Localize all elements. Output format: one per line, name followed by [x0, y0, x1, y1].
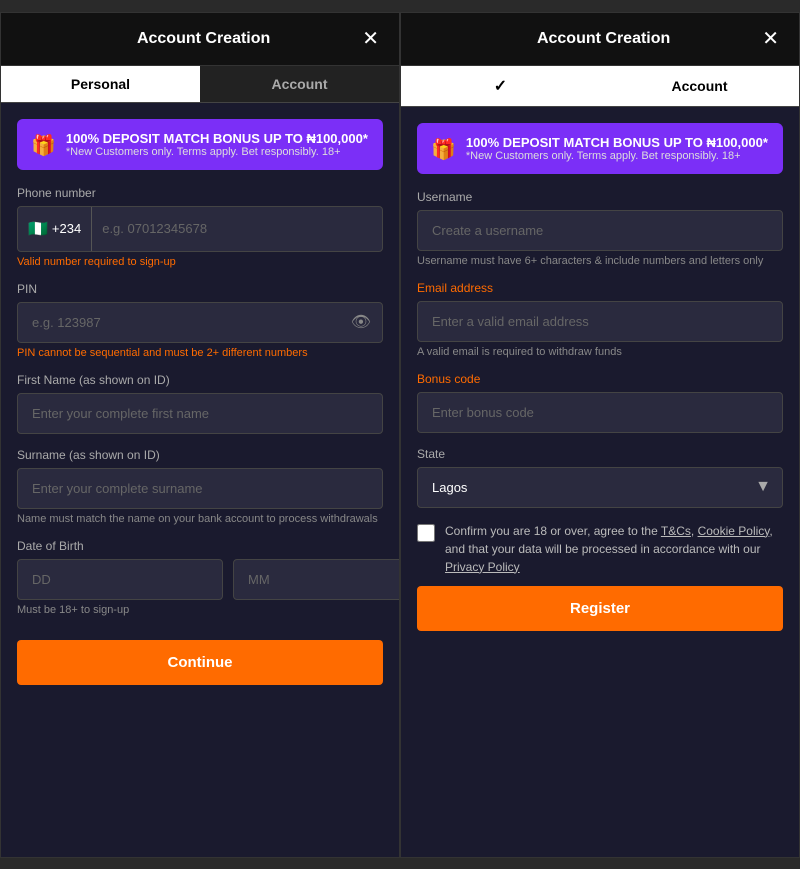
left-panel-title: Account Creation [45, 30, 362, 48]
left-tab-personal[interactable]: Personal [1, 66, 200, 102]
right-tab-account[interactable]: Account [600, 66, 799, 106]
dob-dd-input[interactable] [17, 559, 223, 600]
cookie-policy-link[interactable]: Cookie Policy [698, 524, 770, 538]
tandc-link[interactable]: T&Cs [661, 524, 691, 538]
dob-row [17, 559, 383, 600]
phone-code: +234 [52, 221, 81, 236]
dob-field-group: Date of Birth Must be 18+ to sign-up [17, 539, 383, 616]
pin-label: PIN [17, 282, 383, 296]
phone-input[interactable] [92, 209, 382, 248]
bonus-field-group: Bonus code [417, 372, 783, 433]
nigeria-flag: 🇳🇬 [28, 219, 48, 239]
pin-input[interactable] [17, 302, 383, 343]
left-panel-body: 🎁 100% DEPOSIT MATCH BONUS UP TO ₦100,00… [1, 103, 399, 853]
right-panel-header: Account Creation ✕ [401, 13, 799, 66]
pin-input-wrapper: 👁 [17, 302, 383, 343]
right-tab-bar: ✓ Account [401, 66, 799, 107]
right-panel-body: 🎁 100% DEPOSIT MATCH BONUS UP TO ₦100,00… [401, 107, 799, 857]
firstname-field-group: First Name (as shown on ID) [17, 373, 383, 434]
phone-label: Phone number [17, 186, 383, 200]
phone-prefix: 🇳🇬 +234 [18, 207, 92, 251]
username-input[interactable] [417, 210, 783, 251]
email-hint: A valid email is required to withdraw fu… [417, 346, 783, 358]
left-panel-header: Account Creation ✕ [1, 13, 399, 66]
surname-field-group: Surname (as shown on ID) Name must match… [17, 448, 383, 525]
email-label: Email address [417, 281, 783, 295]
right-panel: Account Creation ✕ ✓ Account 🎁 100% DEPO… [400, 12, 800, 858]
state-label: State [417, 447, 783, 461]
surname-hint: Name must match the name on your bank ac… [17, 513, 383, 525]
terms-text: Confirm you are 18 or over, agree to the… [445, 522, 783, 576]
bonus-input[interactable] [417, 392, 783, 433]
right-tab-check[interactable]: ✓ [401, 66, 600, 106]
right-close-button[interactable]: ✕ [762, 29, 779, 49]
firstname-label: First Name (as shown on ID) [17, 373, 383, 387]
right-promo-banner: 🎁 100% DEPOSIT MATCH BONUS UP TO ₦100,00… [417, 123, 783, 174]
privacy-policy-link[interactable]: Privacy Policy [445, 560, 520, 574]
left-promo-icon: 🎁 [31, 133, 56, 158]
firstname-input[interactable] [17, 393, 383, 434]
dob-hint: Must be 18+ to sign-up [17, 604, 383, 616]
phone-field-group: Phone number 🇳🇬 +234 Valid number requir… [17, 186, 383, 268]
right-promo-text: 100% DEPOSIT MATCH BONUS UP TO ₦100,000*… [466, 135, 768, 162]
pin-hint: PIN cannot be sequential and must be 2+ … [17, 347, 383, 359]
terms-checkbox[interactable] [417, 524, 435, 542]
checkmark-icon: ✓ [494, 78, 507, 95]
email-field-group: Email address A valid email is required … [417, 281, 783, 358]
left-promo-sub: *New Customers only. Terms apply. Bet re… [66, 146, 368, 158]
dob-mm-input[interactable] [233, 559, 399, 600]
surname-input[interactable] [17, 468, 383, 509]
right-promo-main: 100% DEPOSIT MATCH BONUS UP TO ₦100,000* [466, 135, 768, 150]
left-promo-banner: 🎁 100% DEPOSIT MATCH BONUS UP TO ₦100,00… [17, 119, 383, 170]
state-select[interactable]: Lagos Abuja Rivers Kano Oyo [417, 467, 783, 508]
left-panel: Account Creation ✕ Personal Account 🎁 10… [0, 12, 400, 858]
email-input[interactable] [417, 301, 783, 342]
left-promo-main: 100% DEPOSIT MATCH BONUS UP TO ₦100,000* [66, 131, 368, 146]
dob-label: Date of Birth [17, 539, 383, 553]
pin-visibility-toggle[interactable]: 👁 [351, 312, 371, 332]
left-tab-bar: Personal Account [1, 66, 399, 103]
username-label: Username [417, 190, 783, 204]
continue-button[interactable]: Continue [17, 640, 383, 685]
state-select-wrapper: Lagos Abuja Rivers Kano Oyo ▼ [417, 467, 783, 508]
username-field-group: Username Username must have 6+ character… [417, 190, 783, 267]
surname-label: Surname (as shown on ID) [17, 448, 383, 462]
left-close-button[interactable]: ✕ [362, 29, 379, 49]
username-hint: Username must have 6+ characters & inclu… [417, 255, 783, 267]
phone-hint: Valid number required to sign-up [17, 256, 383, 268]
left-tab-account[interactable]: Account [200, 66, 399, 102]
state-field-group: State Lagos Abuja Rivers Kano Oyo ▼ [417, 447, 783, 508]
right-panel-title: Account Creation [445, 30, 762, 48]
pin-field-group: PIN 👁 PIN cannot be sequential and must … [17, 282, 383, 359]
register-button[interactable]: Register [417, 586, 783, 631]
right-promo-icon: 🎁 [431, 137, 456, 162]
terms-checkbox-row: Confirm you are 18 or over, agree to the… [417, 522, 783, 576]
right-promo-sub: *New Customers only. Terms apply. Bet re… [466, 150, 768, 162]
phone-wrapper: 🇳🇬 +234 [17, 206, 383, 252]
bonus-label: Bonus code [417, 372, 783, 386]
left-promo-text: 100% DEPOSIT MATCH BONUS UP TO ₦100,000*… [66, 131, 368, 158]
